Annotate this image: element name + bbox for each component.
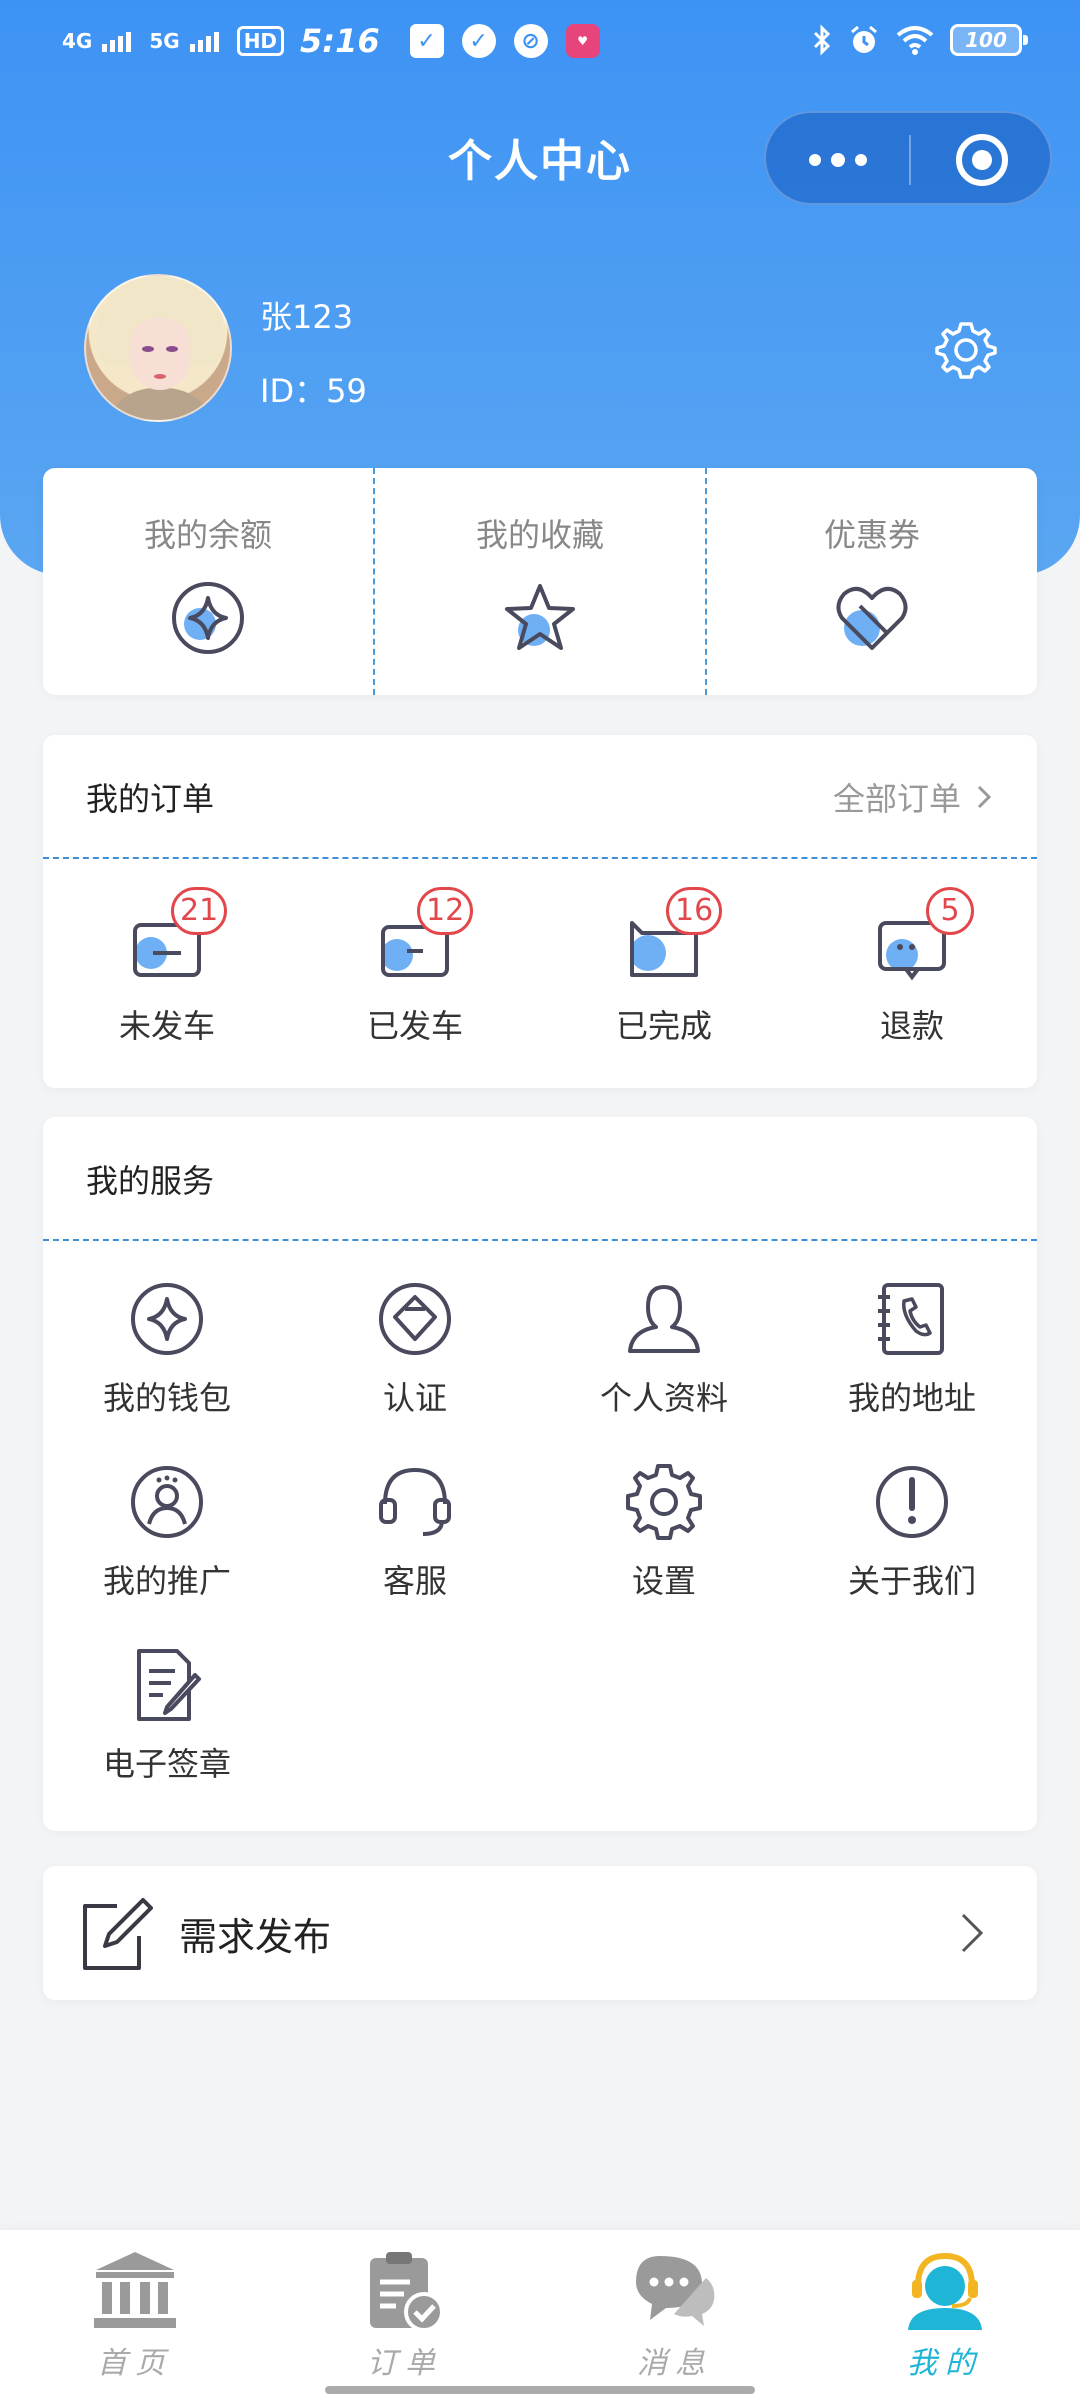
all-orders-link[interactable]: 全部订单 — [833, 735, 993, 859]
star-icon — [505, 584, 575, 650]
more-menu-button[interactable] — [766, 113, 909, 207]
chevron-right-icon — [961, 1913, 984, 1953]
orders-title: 我的订单 — [86, 780, 215, 818]
home-indicator — [325, 2386, 755, 2394]
order-label: 退款 — [879, 1007, 944, 1045]
battery-icon: 100 — [950, 24, 1028, 56]
orders-divider — [43, 857, 1037, 859]
network-5g-label: 5G — [149, 29, 180, 53]
service-label: 设置 — [631, 1562, 696, 1600]
service-label: 客服 — [382, 1562, 447, 1600]
mini-program-capsule — [764, 111, 1052, 205]
coupon-link[interactable]: 优惠券 — [705, 468, 1037, 695]
tab-home[interactable]: 首页 — [35, 2248, 235, 2382]
chat-bubble-icon — [636, 2256, 715, 2326]
tab-label: 订单 — [367, 2346, 443, 2381]
gear-icon — [626, 1464, 702, 1540]
status-bar: 4G 5G HD 5:16 ✓ ✓ ⊘ ♥ 100 — [0, 0, 1080, 86]
hd-icon: HD — [236, 26, 285, 56]
tab-mine[interactable]: 我的 — [845, 2248, 1045, 2382]
certify-icon — [379, 1283, 451, 1355]
publish-request-row[interactable]: 需求发布 — [43, 1866, 1037, 2000]
edit-icon — [83, 1898, 153, 1970]
tab-label: 我的 — [907, 2346, 983, 2381]
wallet-diamond-icon — [172, 582, 244, 654]
order-badge: 12 — [417, 887, 474, 935]
favorites-label: 我的收藏 — [475, 516, 604, 554]
user-id: ID：59 — [260, 372, 367, 410]
user-name: 张123 — [260, 298, 354, 336]
service-label: 电子签章 — [102, 1745, 231, 1783]
services-card: 我的服务 我的钱包 认证 个人资料 我的地址 我的推广 客服 设置 关于我们 电… — [43, 1117, 1037, 1831]
tab-label: 首页 — [97, 2346, 173, 2381]
battery-level: 100 — [965, 28, 1007, 52]
pink-app-icon: ♥ — [565, 24, 600, 58]
promotion-icon — [131, 1466, 203, 1538]
clipboard-check-icon — [370, 2252, 444, 2332]
service-label: 认证 — [382, 1379, 447, 1417]
services-title: 我的服务 — [86, 1162, 215, 1200]
headset-icon — [379, 1467, 451, 1536]
order-label: 已完成 — [615, 1007, 712, 1045]
network-4g-label: 4G — [62, 29, 93, 53]
info-icon — [876, 1466, 948, 1538]
quick-links-card: 我的余额 我的收藏 优惠券 — [43, 468, 1037, 695]
order-badge: 21 — [171, 887, 228, 935]
e-signature-icon — [137, 1649, 201, 1721]
service-label: 个人资料 — [599, 1379, 728, 1417]
tab-label: 消息 — [637, 2346, 713, 2381]
order-badge: 16 — [666, 887, 723, 935]
tab-orders[interactable]: 订单 — [305, 2248, 505, 2382]
close-program-button[interactable] — [956, 134, 1008, 186]
chevron-right-icon — [977, 785, 992, 809]
user-profile-icon — [628, 1285, 700, 1353]
clock-time: 5:16 — [300, 22, 380, 60]
service-label: 我的推广 — [102, 1562, 231, 1600]
order-label: 已发车 — [366, 1007, 463, 1045]
settings-gear-icon[interactable] — [934, 318, 998, 382]
favorites-link[interactable]: 我的收藏 — [373, 468, 705, 695]
all-orders-label: 全部订单 — [832, 780, 961, 818]
wifi-icon — [896, 26, 934, 55]
avatar[interactable] — [84, 274, 232, 422]
order-label: 未发车 — [118, 1007, 215, 1045]
orders-card: 我的订单 全部订单 21 未发车 12 已发车 16 已完成 5 退款 — [43, 735, 1037, 1088]
wallet-icon — [131, 1283, 203, 1355]
address-book-icon — [878, 1283, 944, 1355]
signal-icon — [102, 30, 132, 52]
heart-coupon-icon — [836, 586, 908, 650]
balance-link[interactable]: 我的余额 — [43, 468, 373, 695]
order-badge: 5 — [926, 887, 974, 935]
services-divider — [43, 1239, 1037, 1241]
publish-label: 需求发布 — [179, 1914, 332, 1959]
service-label: 我的钱包 — [102, 1379, 231, 1417]
check-app-icon: ✓ — [461, 24, 496, 58]
leaf-app-icon: ⊘ — [513, 24, 548, 58]
signal-icon — [189, 30, 219, 52]
service-label: 关于我们 — [847, 1562, 976, 1600]
alarm-icon — [851, 25, 877, 53]
balance-label: 我的余额 — [143, 516, 272, 554]
capsule-divider — [909, 135, 911, 185]
bank-icon — [94, 2252, 176, 2328]
clipboard-app-icon: ✓ — [409, 24, 444, 58]
tab-messages[interactable]: 消息 — [575, 2248, 775, 2382]
bluetooth-icon — [813, 24, 831, 56]
bottom-tab-bar: 首页 订单 消息 我的 — [0, 2230, 1080, 2400]
profile-headset-icon — [908, 2252, 982, 2330]
service-label: 我的地址 — [847, 1379, 976, 1417]
coupon-label: 优惠券 — [823, 516, 920, 554]
